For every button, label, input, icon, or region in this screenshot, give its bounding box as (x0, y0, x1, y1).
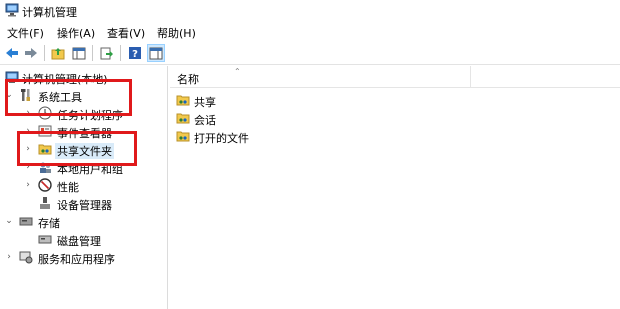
properties-icon (149, 47, 163, 59)
menu-help[interactable]: 帮助(H) (157, 25, 196, 41)
back-icon (6, 48, 18, 58)
tree-item-performance[interactable]: › 性能 (0, 176, 167, 194)
show-hide-tree-button[interactable] (70, 44, 88, 62)
toolbar-separator (44, 45, 45, 61)
chevron-right-icon[interactable]: › (23, 179, 33, 191)
tree-label-disk-management: 磁盘管理 (57, 235, 101, 248)
show-hide-tree-icon (72, 47, 86, 59)
title-bar: 计算机管理 (0, 0, 620, 22)
column-header[interactable]: 名称 ⌃ (170, 66, 620, 88)
list-item-shares[interactable]: 共享 (174, 91, 374, 109)
toolbar: ? (0, 41, 620, 65)
menu-file[interactable]: 文件(F) (7, 25, 44, 41)
column-divider[interactable] (470, 66, 471, 88)
toolbar-separator (92, 45, 93, 61)
device-manager-icon (40, 197, 50, 209)
services-icon (19, 251, 33, 264)
tree-label-services-apps: 服务和应用程序 (38, 253, 115, 266)
list-item-open-files[interactable]: 打开的文件 (174, 127, 374, 145)
up-folder-button[interactable] (49, 44, 67, 62)
shared-folder-icon (176, 113, 190, 124)
tree-item-storage[interactable]: ⌄ 存储 (0, 212, 167, 230)
tree-item-device-manager[interactable]: 设备管理器 (0, 194, 167, 212)
shared-folder-icon (176, 131, 190, 142)
list-item-label: 打开的文件 (194, 132, 249, 145)
properties-button[interactable] (147, 44, 165, 62)
disk-icon (38, 235, 52, 244)
chevron-down-icon[interactable]: ⌄ (4, 215, 14, 227)
computer-management-icon (5, 3, 19, 17)
column-header-name[interactable]: 名称 (177, 71, 199, 87)
sort-ascending-icon: ⌃ (234, 67, 241, 76)
highlight-box-system-tools (5, 79, 132, 116)
svg-text:?: ? (132, 49, 138, 60)
tree-item-services-apps[interactable]: › 服务和应用程序 (0, 248, 167, 266)
list-item-label: 共享 (194, 96, 216, 109)
shared-folder-icon (176, 95, 190, 106)
storage-icon (19, 217, 33, 226)
menu-action[interactable]: 操作(A) (57, 25, 95, 41)
menu-bar: 文件(F) 操作(A) 查看(V) 帮助(H) (0, 22, 620, 41)
tree-label-performance: 性能 (57, 181, 79, 194)
window-title: 计算机管理 (22, 6, 77, 19)
tree-label-device-manager: 设备管理器 (57, 199, 112, 212)
forward-icon (25, 48, 37, 58)
chevron-right-icon[interactable]: › (4, 251, 14, 263)
back-button[interactable] (3, 44, 21, 62)
export-button[interactable] (98, 44, 116, 62)
help-button[interactable]: ? (126, 44, 144, 62)
list-item-label: 会话 (194, 114, 216, 127)
highlight-box-shared-folders (17, 131, 137, 166)
export-icon (100, 47, 113, 59)
list-item-sessions[interactable]: 会话 (174, 109, 374, 127)
forward-button[interactable] (22, 44, 40, 62)
performance-icon (38, 178, 52, 192)
tree-item-disk-management[interactable]: 磁盘管理 (0, 230, 167, 248)
up-folder-icon (51, 47, 65, 59)
menu-view[interactable]: 查看(V) (107, 25, 145, 41)
tree-label-storage: 存储 (38, 217, 60, 230)
help-icon: ? (129, 47, 141, 60)
toolbar-separator (120, 45, 121, 61)
details-pane[interactable]: 名称 ⌃ 共享 会话 打开的文件 (170, 66, 620, 309)
